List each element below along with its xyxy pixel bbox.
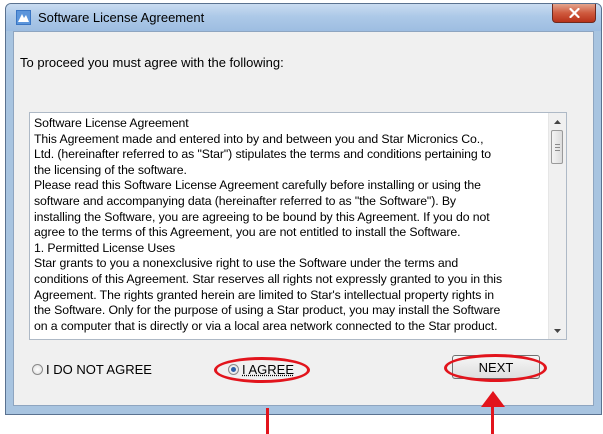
license-line: conditions of this Agreement. Star reser… [34, 271, 502, 286]
license-line: installing the Software, you are agreein… [34, 209, 490, 224]
scroll-thumb[interactable] [551, 130, 563, 164]
disagree-option[interactable]: I DO NOT AGREE [32, 362, 152, 377]
window-title: Software License Agreement [38, 10, 205, 25]
close-icon [568, 8, 580, 18]
scroll-up-arrow-icon [554, 119, 561, 124]
disagree-label: I DO NOT AGREE [46, 362, 152, 377]
agree-highlight-ellipse [214, 357, 310, 383]
vertical-scrollbar[interactable] [548, 113, 566, 339]
license-line: on a computer that is directly or via a … [34, 318, 498, 333]
next-pointer-arrowhead [481, 391, 505, 407]
license-line: the Software. Only for the purpose of us… [34, 303, 501, 318]
grip-line [555, 144, 560, 145]
license-text-area[interactable]: Software License Agreement This Agreemen… [29, 112, 567, 340]
title-bar[interactable]: Software License Agreement [6, 4, 601, 31]
grip-line [555, 147, 560, 148]
license-text: Software License Agreement This Agreemen… [34, 116, 548, 338]
agree-pointer-line [266, 408, 269, 434]
grip-line [555, 150, 560, 151]
license-line: the licensing of the software. [34, 162, 187, 177]
close-button[interactable] [552, 4, 596, 23]
scroll-down-arrow-icon [554, 328, 561, 333]
disagree-radio[interactable] [32, 364, 43, 375]
license-line: Software License Agreement [34, 116, 189, 130]
license-line: agree to the terms of this Agreement, yo… [34, 225, 461, 240]
agreement-prompt: To proceed you must agree with the follo… [20, 55, 284, 70]
app-icon [16, 10, 31, 25]
license-line: Agreement. The rights granted herein are… [34, 287, 494, 302]
license-line: Star grants to you a nonexclusive right … [34, 256, 459, 271]
license-line: Ltd. (hereinafter referred to as "Star")… [34, 147, 492, 162]
license-line: Please read this Software License Agreem… [34, 178, 481, 193]
scroll-down-button[interactable] [549, 322, 566, 339]
license-line: software and accompanying data (hereinaf… [34, 193, 456, 208]
license-line: This Agreement made and entered into by … [34, 131, 484, 146]
next-highlight-ellipse [444, 354, 547, 382]
scroll-up-button[interactable] [549, 113, 566, 130]
license-line: 1. Permitted License Uses [34, 240, 176, 255]
next-pointer-line [491, 404, 494, 434]
